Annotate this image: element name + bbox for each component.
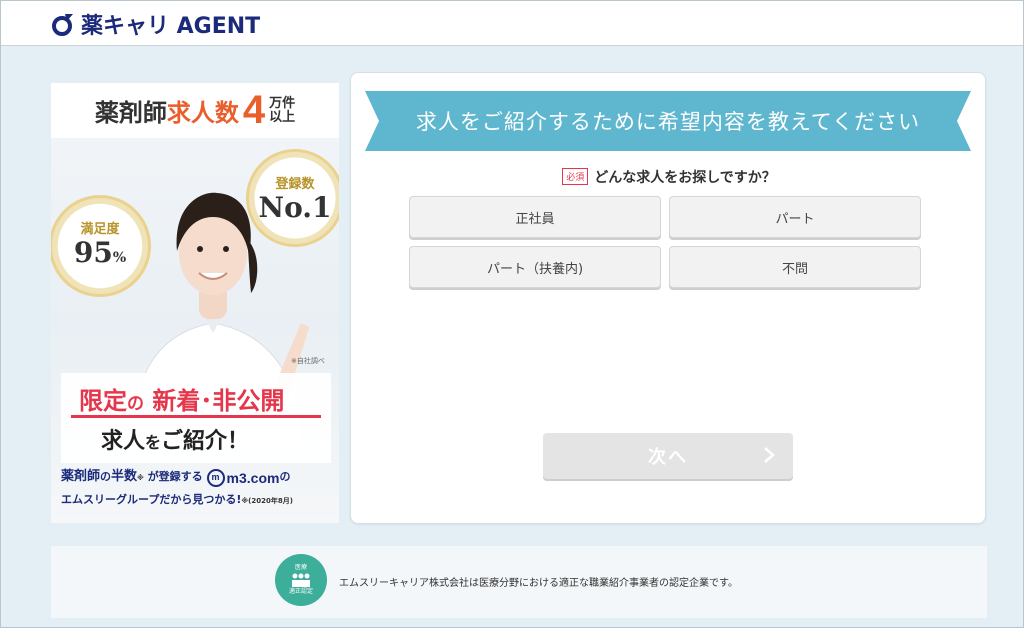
registrations-medal: 登録数 No.1 xyxy=(246,149,339,247)
m3-logo: m m3.com xyxy=(206,467,279,489)
option-any-button[interactable]: 不問 xyxy=(669,246,921,288)
next-button[interactable]: 次へ xyxy=(543,433,793,479)
job-preference-form: 求人をご紹介するために希望内容を教えてください 必須 どんな求人をお探しですか？ … xyxy=(350,72,986,524)
banner-footnote: 薬剤師の半数※ が登録する m m3.com の エムスリーグループだから見つかる!… xyxy=(61,467,293,506)
option-full-time-button[interactable]: 正社員 xyxy=(409,196,661,238)
option-part-time-dependent-button[interactable]: パート（扶養内) xyxy=(409,246,661,288)
m3-icon: m xyxy=(206,469,225,487)
chevron-right-icon xyxy=(764,447,775,463)
option-part-time-button[interactable]: パート xyxy=(669,196,921,238)
promo-banner: 薬剤師 求人数 4 万件 以上 満足度 95% 登録数 No.1 ※自社調べ 限… xyxy=(51,83,339,523)
people-icon xyxy=(292,573,310,587)
site-logo[interactable]: 薬キャリ AGENT xyxy=(51,8,260,40)
form-title-ribbon: 求人をご紹介するために希望内容を教えてください xyxy=(365,91,971,151)
satisfaction-medal: 満足度 95% xyxy=(51,195,151,297)
logo-icon xyxy=(52,14,73,36)
divider xyxy=(71,415,321,418)
form-title: 求人をご紹介するために希望内容を教えてください xyxy=(415,110,921,134)
limited-offer-box: 限定の 新着･非公開 求人をご紹介！ xyxy=(61,373,331,463)
certification-badge-icon: 医療 適正認定 xyxy=(275,554,327,606)
self-survey-note: ※自社調べ xyxy=(291,357,325,365)
site-header: 薬キャリ AGENT xyxy=(1,1,1023,46)
certification-text: エムスリーキャリア株式会社は医療分野における適正な職業紹介事業者の認定企業です。 xyxy=(339,578,738,589)
logo-text: 薬キャリ AGENT xyxy=(81,14,261,39)
certification-footer: 医療 適正認定 エムスリーキャリア株式会社は医療分野における適正な職業紹介事業者… xyxy=(51,546,987,618)
banner-headline: 薬剤師 求人数 4 万件 以上 xyxy=(51,83,339,138)
question-label: 必須 どんな求人をお探しですか？ xyxy=(351,167,987,187)
required-badge: 必須 xyxy=(562,168,589,185)
